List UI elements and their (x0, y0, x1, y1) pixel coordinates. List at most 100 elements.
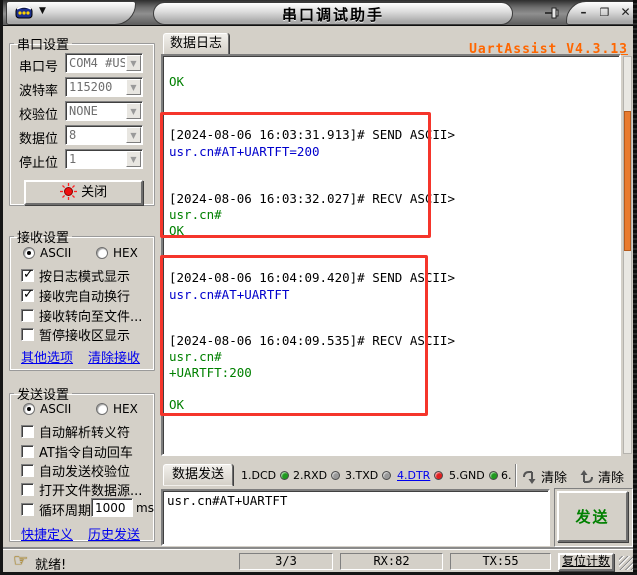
pin-indicator-6[interactable]: 6. (501, 469, 512, 482)
checkbox-icon[interactable] (21, 267, 34, 282)
clear-receive-button[interactable]: 清除 (522, 467, 567, 486)
recv-check-tofile[interactable]: 接收转向至文件... (21, 306, 142, 325)
status-bar: ☞ 就绪! 3/3 RX:82 TX:55 复位计数 (3, 549, 637, 572)
led-red-icon (59, 183, 77, 200)
window-right-border (633, 0, 637, 572)
stopbits-value: 1 (69, 152, 77, 166)
send-ascii-radio[interactable]: ASCII (23, 402, 71, 416)
history-send-link[interactable]: 历史发送 (88, 524, 140, 543)
recv-hex-radio[interactable]: HEX (96, 246, 138, 260)
app-icon[interactable] (15, 4, 33, 22)
radio-icon[interactable] (23, 247, 35, 259)
app-window: ▼ 串口调试助手 – ❐ ✕ 串口设置 串口号 COM4 #USB ▼ 波特率 … (0, 0, 637, 575)
pin-dtr-link[interactable]: 4.DTR (397, 469, 430, 482)
pin-rxd-label: 2.RXD (293, 469, 328, 482)
send-check-filesource-label: 打开文件数据源... (39, 484, 143, 499)
pin-indicator-gnd[interactable]: 5.GND (449, 469, 498, 482)
close-port-button[interactable]: 关闭 (24, 180, 143, 205)
parity-combo[interactable]: NONE ▼ (65, 101, 143, 121)
log-line-recv-data: OK (169, 397, 185, 412)
send-check-loop[interactable]: 循环周期 (21, 500, 91, 519)
tx-count-panel: TX:55 (450, 553, 551, 570)
chevron-down-icon[interactable]: ▼ (126, 103, 141, 119)
pin-indicator-dtr[interactable]: 4.DTR (397, 469, 444, 482)
stopbits-label: 停止位 (19, 156, 59, 171)
checkbox-icon[interactable] (21, 464, 34, 477)
log-scrollbar[interactable] (623, 56, 632, 454)
recv-check-logmode[interactable]: 按日志模式显示 (21, 266, 130, 285)
checkbox-icon[interactable] (21, 425, 34, 438)
window-title: 串口调试助手 (281, 6, 384, 24)
chevron-down-icon[interactable]: ▼ (126, 127, 141, 143)
send-settings-title: 发送设置 (17, 388, 70, 403)
pin-txd-led-icon (382, 471, 392, 480)
send-check-parity-label: 自动发送校验位 (39, 465, 131, 480)
checkbox-icon[interactable] (21, 309, 34, 322)
baud-combo[interactable]: 115200 ▼ (65, 77, 143, 97)
send-check-filesource[interactable]: 打开文件数据源... (21, 480, 142, 499)
minimize-button[interactable]: – (575, 5, 592, 21)
send-count-panel: 3/3 (239, 553, 333, 570)
clear-up-arrow-icon (580, 469, 593, 483)
log-line: OK (169, 74, 185, 89)
checkbox-icon[interactable] (21, 328, 34, 341)
send-ascii-label: ASCII (40, 402, 72, 416)
status-text: 就绪! (35, 558, 67, 573)
clear-down-arrow-icon (523, 470, 536, 484)
pin-txd-label: 3.TXD (345, 469, 379, 482)
send-hex-radio[interactable]: HEX (96, 402, 138, 416)
pin-dcd-led-icon (280, 471, 290, 480)
radio-icon[interactable] (23, 403, 35, 415)
checkbox-icon[interactable] (21, 483, 34, 496)
recv-check-autowrap[interactable]: 接收完自动换行 (21, 286, 130, 305)
radio-icon[interactable] (96, 403, 108, 415)
baud-label: 波特率 (19, 84, 59, 99)
recv-check-logmode-label: 按日志模式显示 (39, 270, 131, 285)
close-button[interactable]: ✕ (617, 5, 634, 21)
log-line-recv-data: usr.cn# (169, 207, 222, 222)
port-combo[interactable]: COM4 #USB ▼ (65, 53, 143, 73)
log-line-send-data: usr.cn#AT+UARTFT (169, 287, 290, 302)
title-bar: ▼ 串口调试助手 – ❐ ✕ (3, 0, 637, 26)
chevron-down-icon[interactable]: ▼ (126, 55, 141, 71)
send-hex-label: HEX (113, 402, 138, 416)
send-check-escape[interactable]: 自动解析转义符 (21, 422, 130, 441)
chevron-down-icon[interactable]: ▼ (126, 79, 141, 95)
tab-data-send[interactable]: 数据发送 (163, 464, 233, 486)
recv-ascii-radio[interactable]: ASCII (23, 246, 71, 260)
send-data-input[interactable]: usr.cn#AT+UARTFT (161, 489, 550, 546)
pin-icon[interactable] (543, 5, 561, 21)
send-check-parity[interactable]: 自动发送校验位 (21, 461, 130, 480)
send-button[interactable]: 发送 (557, 491, 628, 542)
recv-check-pause[interactable]: 暂停接收区显示 (21, 325, 130, 344)
chevron-down-icon[interactable]: ▼ (126, 151, 141, 167)
databits-combo[interactable]: 8 ▼ (65, 125, 143, 145)
loop-period-input[interactable] (91, 498, 133, 517)
quick-define-link[interactable]: 快捷定义 (21, 524, 73, 543)
maximize-button[interactable]: ❐ (596, 5, 613, 21)
send-check-loop-label: 循环周期 (39, 504, 92, 519)
clear-send-button[interactable]: 清除 (579, 467, 624, 486)
pin-gnd-led-icon (488, 471, 498, 480)
tab-data-log[interactable]: 数据日志 (163, 33, 229, 55)
send-check-atcr[interactable]: AT指令自动回车 (21, 442, 133, 461)
clear-receive-link[interactable]: 清除接收 (88, 347, 140, 366)
log-line-recv-header: [2024-08-06 16:04:09.535]# RECV ASCII> (169, 333, 455, 348)
reset-count-button[interactable]: 复位计数 (558, 553, 614, 571)
port-label: 串口号 (19, 60, 59, 75)
radio-icon[interactable] (96, 247, 108, 259)
resize-grip[interactable] (619, 556, 633, 570)
pin-indicator-txd[interactable]: 3.TXD (345, 469, 392, 482)
stopbits-combo[interactable]: 1 ▼ (65, 149, 143, 169)
log-scrollbar-thumb[interactable] (624, 111, 631, 251)
titlebar-menu-arrow-icon[interactable]: ▼ (39, 6, 46, 16)
clear-send-label: 清除 (598, 471, 625, 486)
checkbox-icon[interactable] (21, 445, 34, 458)
pin-indicator-rxd[interactable]: 2.RXD (293, 469, 341, 482)
checkbox-icon[interactable] (21, 503, 34, 516)
serial-settings-title: 串口设置 (17, 38, 70, 53)
other-options-link[interactable]: 其他选项 (21, 347, 73, 366)
checkbox-icon[interactable] (21, 287, 34, 302)
data-log-view[interactable]: OK [2024-08-06 16:03:31.913]# SEND ASCII… (161, 54, 621, 456)
pin-indicator-dcd[interactable]: 1.DCD (241, 469, 290, 482)
